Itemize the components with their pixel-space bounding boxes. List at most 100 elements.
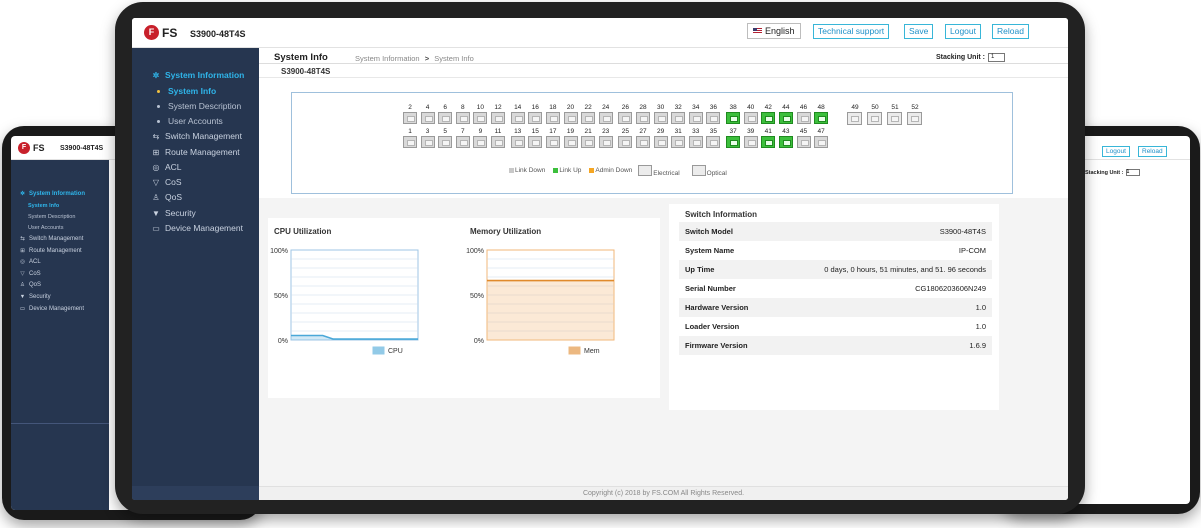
port-31[interactable] xyxy=(671,136,686,148)
fs-logo: F FS xyxy=(144,25,177,40)
port-6[interactable] xyxy=(438,112,453,124)
info-key: Hardware Version xyxy=(685,303,749,312)
nav-label: User Accounts xyxy=(168,116,223,126)
port-24[interactable] xyxy=(598,112,613,124)
sidebar-item-device-management[interactable]: ▭ Device Management xyxy=(151,223,243,233)
port-33[interactable] xyxy=(688,136,703,148)
port-5[interactable] xyxy=(438,136,453,148)
port-4[interactable] xyxy=(420,112,435,124)
page-title: System Info xyxy=(274,52,328,63)
port-number-45: 45 xyxy=(799,128,808,135)
logout-button[interactable]: Logout xyxy=(945,24,981,39)
sidebar-item-acl[interactable]: ◎ ACL xyxy=(151,162,182,172)
sidebar-item-system-info[interactable]: System Info xyxy=(157,86,216,96)
port-37[interactable] xyxy=(726,136,741,148)
port-41[interactable] xyxy=(761,136,776,148)
port-number-11: 11 xyxy=(494,128,502,135)
sidebar-item-system-information[interactable]: ✲ System Information xyxy=(151,70,245,80)
left-nav-security[interactable]: ▼ Security xyxy=(19,294,51,300)
port-19[interactable] xyxy=(563,136,578,148)
port-23[interactable] xyxy=(598,136,613,148)
port-40[interactable] xyxy=(743,112,758,124)
left-nav-system-info[interactable]: System Info xyxy=(28,203,59,209)
port-10[interactable] xyxy=(473,112,488,124)
sidebar-item-system-description[interactable]: System Description xyxy=(157,101,241,111)
right-logout-button[interactable]: Logout xyxy=(1102,146,1130,157)
port-20[interactable] xyxy=(563,112,578,124)
port-25[interactable] xyxy=(618,136,633,148)
stacking-unit-label: Stacking Unit : xyxy=(936,54,986,61)
port-28[interactable] xyxy=(636,112,650,124)
device-panel-title: S3900-48T4S xyxy=(281,67,331,76)
port-14[interactable] xyxy=(510,112,525,124)
port-number-40: 40 xyxy=(747,104,755,111)
port-35[interactable] xyxy=(706,136,721,148)
port-12[interactable] xyxy=(491,112,505,124)
sidebar-item-qos[interactable]: ♙ QoS xyxy=(151,192,182,202)
port-42[interactable] xyxy=(761,112,776,124)
sidebar-item-route-management[interactable]: ⊞ Route Management xyxy=(151,147,240,157)
sidebar-item-security[interactable]: ▼ Security xyxy=(151,208,196,218)
optical-port-51[interactable] xyxy=(887,112,902,125)
optical-port-49[interactable] xyxy=(847,112,862,125)
port-29[interactable] xyxy=(653,136,668,148)
breadcrumb-item[interactable]: System Information xyxy=(355,54,420,63)
port-45[interactable] xyxy=(796,136,811,148)
port-48[interactable] xyxy=(814,112,829,124)
left-nav-system-information[interactable]: ✲ System Information xyxy=(19,191,85,197)
left-nav-switch-management[interactable]: ⇆ Switch Management xyxy=(19,236,83,242)
sidebar-item-switch-management[interactable]: ⇆ Switch Management xyxy=(151,131,242,141)
port-11[interactable] xyxy=(491,136,505,148)
left-nav-device-management[interactable]: ▭ Device Management xyxy=(19,306,84,312)
port-27[interactable] xyxy=(636,136,650,148)
technical-support-button[interactable]: Technical support xyxy=(813,24,890,39)
port-38[interactable] xyxy=(726,112,741,124)
sidebar-item-cos[interactable]: ▽ CoS xyxy=(151,177,182,187)
info-row-up-time: Up Time 0 days, 0 hours, 51 minutes, and … xyxy=(679,260,992,279)
port-17[interactable] xyxy=(545,136,560,148)
left-nav-route-management[interactable]: ⊞ Route Management xyxy=(19,248,82,254)
optical-port-52[interactable] xyxy=(907,112,922,125)
left-nav-user-accounts[interactable]: User Accounts xyxy=(28,225,63,231)
port-2[interactable] xyxy=(403,112,417,124)
port-9[interactable] xyxy=(473,136,488,148)
port-8[interactable] xyxy=(455,112,470,124)
left-nav-cos[interactable]: ▽ CoS xyxy=(19,271,40,277)
stacking-unit-select[interactable]: 1 xyxy=(1125,169,1140,176)
port-39[interactable] xyxy=(743,136,758,148)
port-18[interactable] xyxy=(545,112,560,124)
save-button[interactable]: Save xyxy=(904,24,934,39)
left-nav-system-description[interactable]: System Description xyxy=(28,214,75,220)
port-43[interactable] xyxy=(778,136,793,148)
bullet-icon xyxy=(157,104,160,108)
port-36[interactable] xyxy=(706,112,721,124)
sidebar-item-user-accounts[interactable]: User Accounts xyxy=(157,116,223,126)
admin-down-swatch xyxy=(589,168,595,173)
port-1[interactable] xyxy=(403,136,417,148)
stacking-unit-label: Stacking Unit : xyxy=(1085,169,1124,176)
port-32[interactable] xyxy=(671,112,686,124)
port-16[interactable] xyxy=(528,112,543,124)
port-44[interactable] xyxy=(778,112,793,124)
left-nav-qos[interactable]: ♙ QoS xyxy=(19,282,41,288)
port-22[interactable] xyxy=(581,112,596,124)
optical-port-50[interactable] xyxy=(867,112,882,125)
right-reload-button[interactable]: Reload xyxy=(1138,146,1167,157)
reload-button[interactable]: Reload xyxy=(992,24,1029,39)
language-selector[interactable]: English xyxy=(747,23,801,39)
port-number-33: 33 xyxy=(692,128,700,135)
port-7[interactable] xyxy=(455,136,470,148)
port-30[interactable] xyxy=(653,112,668,124)
port-47[interactable] xyxy=(814,136,829,148)
bullet-icon xyxy=(157,89,160,93)
bullet-icon xyxy=(157,119,160,123)
port-26[interactable] xyxy=(618,112,633,124)
port-13[interactable] xyxy=(510,136,525,148)
port-15[interactable] xyxy=(528,136,543,148)
port-34[interactable] xyxy=(688,112,703,124)
left-nav-acl[interactable]: ◎ ACL xyxy=(19,259,41,265)
port-21[interactable] xyxy=(581,136,596,148)
stacking-unit-select[interactable]: 1 xyxy=(988,53,1006,62)
port-3[interactable] xyxy=(420,136,435,148)
port-46[interactable] xyxy=(796,112,811,124)
